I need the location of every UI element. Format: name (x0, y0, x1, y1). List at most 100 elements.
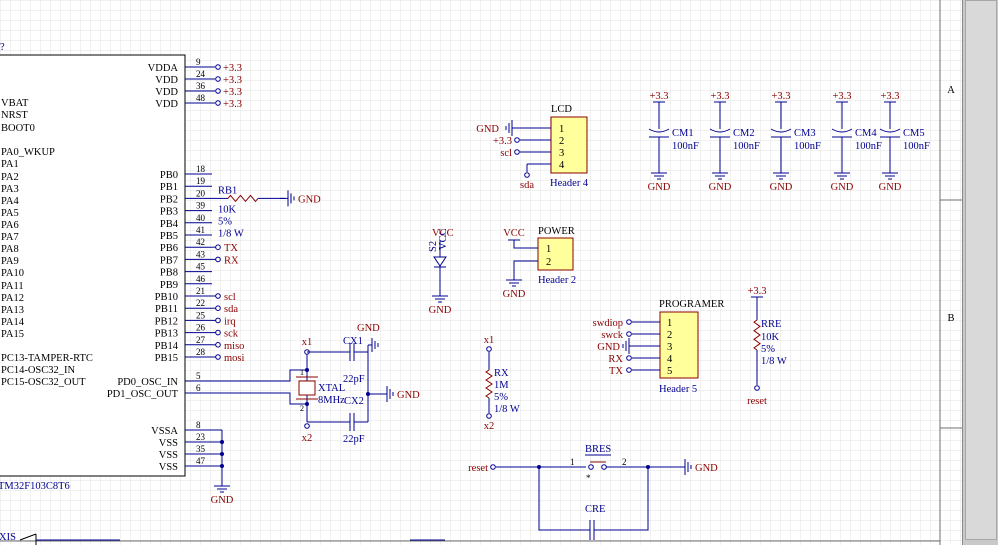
crystal-pin-number: 2 (300, 404, 304, 413)
scrollbar-thumb[interactable] (965, 0, 997, 540)
mcu-pin-number: 40 (196, 213, 206, 223)
mcu-pin-number: 22 (196, 298, 205, 308)
mcu-pin-number: 45 (196, 262, 206, 272)
cap-designator: CM2 (733, 128, 755, 139)
mcu-pin-name: PB14 (155, 341, 179, 352)
mcu-pin-number: 8 (196, 420, 201, 430)
mcu-pin-number: 18 (196, 164, 206, 174)
net-port (754, 385, 760, 391)
mcu-pin-name: PA1 (1, 159, 19, 170)
mcu-pin-name: PB4 (160, 219, 179, 230)
mcu-pin-name: PB11 (155, 304, 178, 315)
resistor-tolerance: 5% (494, 392, 508, 403)
mcu-pin-name: PA15 (1, 329, 24, 340)
net-label-power: +3.3 (771, 91, 790, 102)
mcu-pin-number: 43 (196, 249, 206, 259)
cap-designator: CM4 (855, 128, 877, 139)
net-label: reset (747, 396, 767, 407)
cap-designator: CM1 (672, 128, 694, 139)
mcu-pin-number: 23 (196, 432, 206, 442)
mcu-pin-number: 46 (196, 274, 206, 284)
net-label-power: +3.3 (223, 87, 242, 98)
net-port (215, 244, 221, 250)
net-label-power: +3.3 (747, 286, 766, 297)
mcu-pin-name: PC13-TAMPER-RTC (1, 353, 93, 364)
gnd-label: GND (770, 182, 793, 193)
net-label-power: +3.3 (649, 91, 668, 102)
mcu-pin-name: VSS (159, 438, 178, 449)
net-label-power: +3.3 (223, 75, 242, 86)
cap-designator: CX2 (344, 396, 364, 407)
mcu-pin-name: PA8 (1, 244, 19, 255)
mcu-designator: ? (0, 42, 5, 53)
mcu-pin-number: 42 (196, 237, 205, 247)
net-port (626, 331, 632, 337)
net-port (626, 355, 632, 361)
mcu-pin-name: PA2 (1, 172, 19, 183)
header-pin-number: 2 (559, 136, 564, 147)
net-label: sda (520, 180, 534, 191)
gnd-label: GND (879, 182, 902, 193)
vertical-scrollbar[interactable] (962, 0, 998, 545)
net-label-power: +3.3 (223, 99, 242, 110)
mcu-pin-name: VSS (159, 462, 178, 473)
net-port (514, 137, 520, 143)
mcu-pin-name: PA11 (1, 281, 24, 292)
mcu-pin-name: PD1_OSC_OUT (107, 389, 179, 400)
resistor-value: 1M (494, 380, 509, 391)
switch-contact (588, 464, 594, 470)
switch-mark: * (586, 473, 591, 483)
net-port (215, 64, 221, 70)
gnd-label: GND (476, 124, 499, 135)
switch-pin-number: 1 (570, 457, 575, 467)
switch-designator: BRES (585, 444, 611, 455)
net-label: sda (224, 304, 238, 315)
mcu-pin-number: 9 (196, 57, 201, 67)
pwr-label: VCC (503, 228, 525, 239)
cap-value: 100nF (903, 141, 930, 152)
resistor-designator: RB1 (218, 185, 237, 196)
mcu-pin-name: PA5 (1, 208, 19, 219)
mcu-pin-name: VSSA (151, 426, 178, 437)
frame-zone-label: B (947, 313, 954, 324)
header-pin-number: 1 (559, 124, 564, 135)
mcu-pin-number: 19 (196, 176, 206, 186)
net-label: irq (224, 316, 236, 327)
header-designator: POWER (538, 226, 575, 237)
mcu-pin-name: PA7 (1, 232, 19, 243)
net-port (626, 319, 632, 325)
net-label: RX (224, 255, 239, 266)
header-pin-number: 3 (559, 148, 564, 159)
lcd-header-body (550, 116, 588, 174)
net-port (486, 346, 492, 352)
schematic-editor: A B? TM32F103C8T6 VBAT NRST BOOT0 PA0_WKUP PA1 P… (0, 0, 998, 545)
header-part-name: Header 4 (550, 178, 589, 189)
mcu-pin-name: PB0 (160, 170, 178, 181)
schematic-sheet[interactable]: A B? TM32F103C8T6 VBATNRST BOOT0 PA0_WKUPPA1 P… (0, 0, 998, 545)
switch-contact (601, 464, 607, 470)
net-port (215, 88, 221, 94)
net-port (304, 423, 310, 429)
header-part-name: Header 5 (659, 384, 697, 395)
header-pin-number: 4 (667, 354, 673, 365)
mcu-pin-name: PB5 (160, 231, 178, 242)
header-designator: LCD (551, 104, 572, 115)
cap-value: 22pF (343, 374, 365, 385)
net-label-power: +3.3 (832, 91, 851, 102)
header-pin-number: 2 (546, 257, 551, 268)
resistor-power: 1/8 W (494, 404, 520, 415)
mcu-pin-name: PB6 (160, 243, 178, 254)
gnd-label: GND (695, 463, 718, 474)
cap-value: 22pF (343, 434, 365, 445)
mcu-pin-name: PB8 (160, 268, 178, 279)
mcu-pin-number: 25 (196, 310, 206, 320)
switch-pin-number: 2 (622, 457, 627, 467)
net-port (215, 76, 221, 82)
net-port (514, 149, 520, 155)
mcu-pin-number: 26 (196, 323, 206, 333)
mcu-pin-number: 24 (196, 69, 206, 79)
net-label: TX (609, 366, 623, 377)
mcu-pin-name: PC15-OSC32_OUT (1, 377, 86, 388)
mcu-pin-name: PA12 (1, 293, 24, 304)
mcu-pin-name: NRST (1, 110, 28, 121)
